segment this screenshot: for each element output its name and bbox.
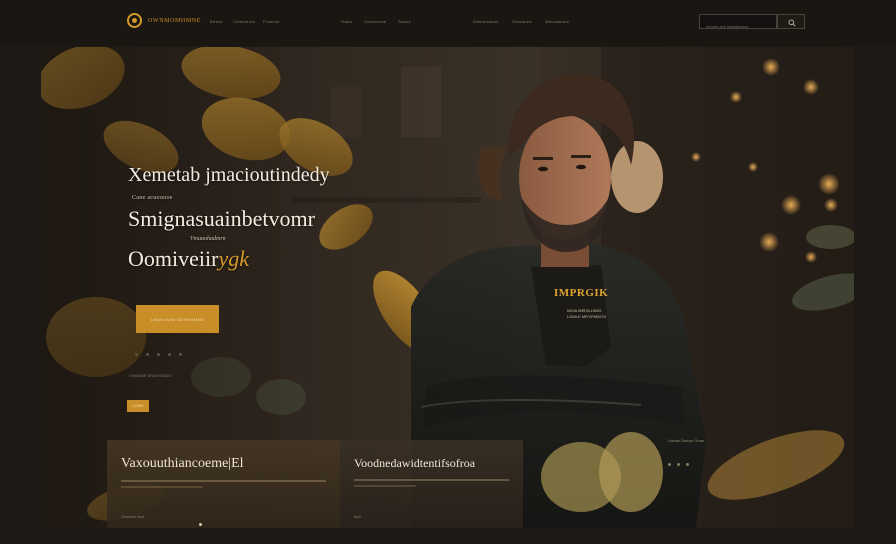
social-dot-icon[interactable] — [179, 353, 182, 356]
card-divider — [354, 479, 509, 481]
headline-subtext-2: Vmuaohadmrn — [190, 236, 226, 242]
nav-link-8[interactable]: Cmoauee — [512, 19, 532, 24]
hero-mini-button[interactable]: COMIE — [127, 400, 149, 412]
card-link[interactable]: Ieoo — [354, 515, 361, 519]
search-box — [699, 14, 777, 33]
search-icon — [788, 19, 796, 27]
social-dot-icon[interactable] — [168, 353, 171, 356]
card-divider — [354, 485, 416, 487]
nav-link-6[interactable]: Sasse — [398, 19, 411, 24]
headline-line-1: Xemetab jmacioutindedy — [128, 164, 330, 186]
pagination-dot[interactable] — [686, 463, 689, 466]
headline-line-2: Smignasuainbetvomr — [128, 206, 315, 231]
nav-link-2[interactable]: Cmsnmrsn — [233, 19, 256, 24]
logo-text: OWNMOMHMNE — [148, 17, 201, 24]
shirt-print-sub: IMOA MIROLLIMIG LOMLE MR'VPMDOS — [567, 308, 606, 319]
headline-line-3-main: Oomiveiir — [128, 246, 219, 271]
hero-banner: IMPRGIK IMOA MIROLLIMIG LOMLE MR'VPMDOS … — [41, 47, 854, 528]
pagination-dot[interactable] — [668, 463, 671, 466]
feature-card-2[interactable]: Voodnedawidtentifsofroa Ieoo — [340, 440, 523, 528]
nav-link-9[interactable]: Wmuawnoe — [545, 19, 569, 24]
social-dot-icon[interactable] — [135, 353, 138, 356]
top-navigation-bar: OWNMOMHMNE Bewui Cmsnmrsn Frwesln Oaes C… — [0, 0, 896, 46]
headline-line-3: Oomiveiirygk — [128, 246, 249, 272]
card-link[interactable]: Cmmmne Inmt — [121, 515, 144, 519]
social-dot-icon[interactable] — [146, 353, 149, 356]
brand-logo[interactable]: OWNMOMHMNE — [127, 13, 201, 28]
nav-link-4[interactable]: Oaes — [341, 19, 352, 24]
nav-link-1[interactable]: Bewui — [210, 19, 223, 24]
card-title: Vaxouuthiancoeme|El — [121, 456, 244, 471]
hero-social-row — [135, 353, 182, 356]
headline-line-3-accent: ygk — [218, 246, 249, 271]
card-divider — [121, 480, 326, 482]
slide-indicator-dot[interactable] — [199, 523, 202, 526]
hero-cta-button[interactable]: LMAVUMIN SEHNOMNE — [136, 305, 219, 333]
feature-card-1[interactable]: Vaxouuthiancoeme|El Cmmmne Inmt — [107, 440, 340, 528]
search-input[interactable] — [700, 20, 776, 33]
side-meta-text: Uunae Omnpr Onoe — [668, 438, 705, 443]
headline-subtext-1: Cane acuouuoe — [132, 195, 173, 201]
card-divider — [121, 486, 203, 488]
hero-mini-text: ONMANE SNOKSINDO — [129, 373, 172, 378]
social-dot-icon[interactable] — [157, 353, 160, 356]
nav-link-3[interactable]: Frwesln — [263, 19, 280, 24]
pagination-dot[interactable] — [677, 463, 680, 466]
card-title: Voodnedawidtentifsofroa — [354, 456, 476, 470]
nav-link-7[interactable]: Oamemwme — [473, 19, 499, 24]
search-button[interactable] — [777, 14, 805, 29]
logo-mark-icon — [127, 13, 142, 28]
side-pagination — [668, 463, 689, 466]
nav-link-5[interactable]: Cenmnnse — [364, 19, 387, 24]
shirt-print-word: IMPRGIK — [554, 287, 609, 299]
